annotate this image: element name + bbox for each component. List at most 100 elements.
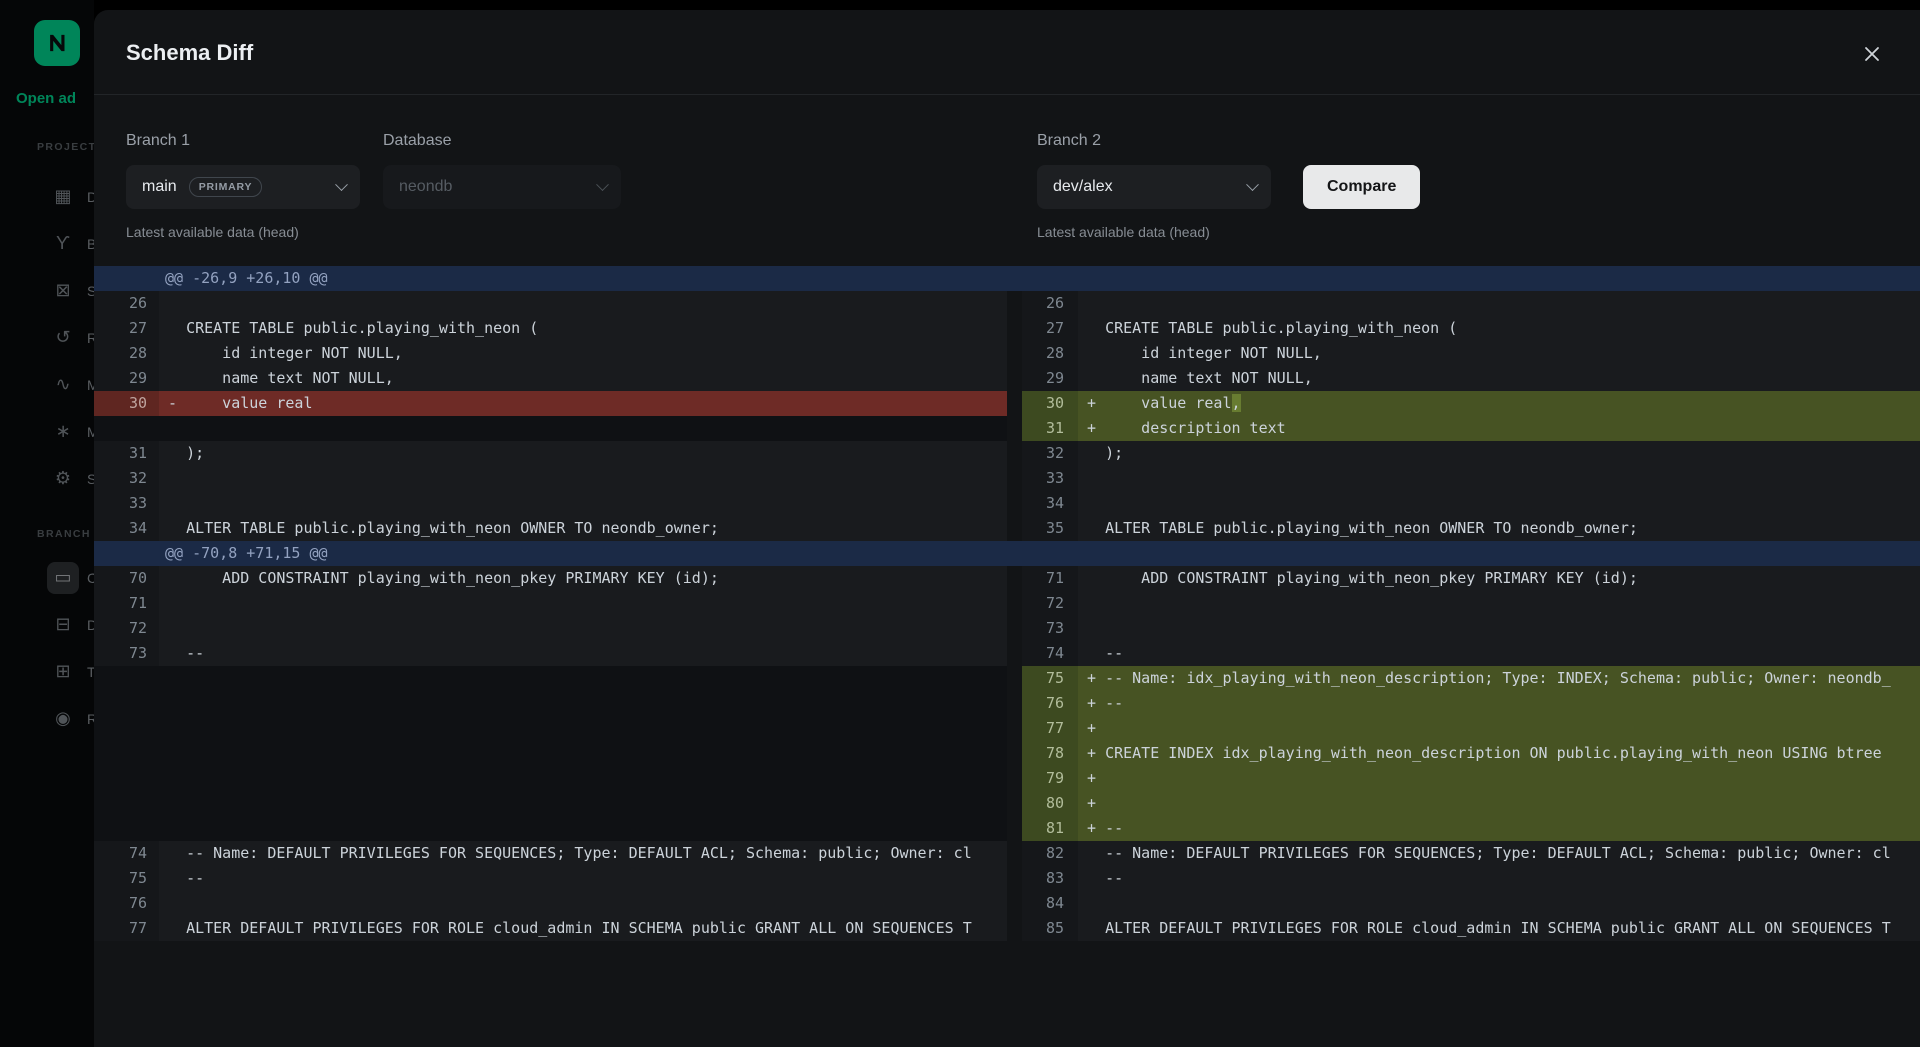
primary-badge: PRIMARY bbox=[189, 177, 263, 197]
line-number: 72 bbox=[1022, 591, 1078, 616]
line-number: 29 bbox=[1022, 366, 1078, 391]
branch2-label: Branch 2 bbox=[1037, 132, 1101, 150]
sidebar-item[interactable]: ϒB bbox=[0, 220, 94, 267]
code-line: CREATE TABLE public.playing_with_neon ( bbox=[159, 316, 1007, 341]
sidebar-item-label: B bbox=[87, 236, 94, 252]
diff-marker bbox=[1087, 344, 1105, 362]
diff-row: 77 ALTER DEFAULT PRIVILEGES FOR ROLE clo… bbox=[94, 916, 1920, 941]
diff-row: 80+ bbox=[94, 791, 1920, 816]
diff-marker bbox=[168, 294, 186, 312]
line-number bbox=[94, 791, 159, 816]
diff-row: 76+ -- bbox=[94, 691, 1920, 716]
code-line bbox=[159, 666, 1007, 691]
branch2-value: dev/alex bbox=[1053, 178, 1113, 196]
diff-marker bbox=[168, 569, 186, 587]
chevron-down-icon bbox=[1246, 178, 1259, 191]
line-number: 35 bbox=[1022, 516, 1078, 541]
diff-marker bbox=[1087, 369, 1105, 387]
monitoring-icon: ∿ bbox=[47, 369, 79, 401]
sidebar-item-label: M bbox=[87, 424, 94, 440]
line-number: 73 bbox=[1022, 616, 1078, 641]
code-line: id integer NOT NULL, bbox=[1078, 341, 1920, 366]
pane-divider bbox=[1007, 466, 1022, 491]
code-line: name text NOT NULL, bbox=[159, 366, 1007, 391]
sidebar-item[interactable]: ⊠S bbox=[0, 267, 94, 314]
code-line bbox=[159, 741, 1007, 766]
code-line: name text NOT NULL, bbox=[1078, 366, 1920, 391]
code-line: -- Name: DEFAULT PRIVILEGES FOR SEQUENCE… bbox=[1078, 841, 1920, 866]
pane-divider bbox=[1007, 791, 1022, 816]
code-line bbox=[1078, 891, 1920, 916]
diff-marker bbox=[168, 444, 186, 462]
code-line bbox=[159, 716, 1007, 741]
open-admin-link[interactable]: Open ad bbox=[16, 90, 76, 107]
sidebar-item[interactable]: ▭C bbox=[0, 554, 94, 601]
line-number: 78 bbox=[1022, 741, 1078, 766]
pane-divider bbox=[1007, 566, 1022, 591]
diff-marker: + bbox=[1087, 694, 1105, 712]
diff-marker bbox=[168, 344, 186, 362]
diff-marker bbox=[1087, 319, 1105, 337]
code-line: + bbox=[1078, 766, 1920, 791]
line-number: 33 bbox=[94, 491, 159, 516]
line-number: 81 bbox=[1022, 816, 1078, 841]
sidebar-item[interactable]: ◉R bbox=[0, 695, 94, 742]
pane-divider bbox=[1007, 341, 1022, 366]
line-number: 79 bbox=[1022, 766, 1078, 791]
sidebar-item[interactable]: ▦D bbox=[0, 173, 94, 220]
branch1-select[interactable]: main PRIMARY bbox=[126, 165, 360, 209]
diff-marker bbox=[1087, 919, 1105, 937]
code-line bbox=[159, 291, 1007, 316]
diff-marker: - bbox=[168, 394, 186, 412]
sidebar-item-label: T bbox=[87, 664, 94, 680]
hunk-header: @@ -26,9 +26,10 @@ bbox=[94, 266, 1920, 291]
computes-icon: ▭ bbox=[47, 562, 79, 594]
code-line: ); bbox=[1078, 441, 1920, 466]
pane-divider bbox=[1007, 716, 1022, 741]
code-line: -- bbox=[1078, 641, 1920, 666]
sidebar-item[interactable]: ⊟D bbox=[0, 601, 94, 648]
diff-row: 71 72 bbox=[94, 591, 1920, 616]
diff-row: 74 -- Name: DEFAULT PRIVILEGES FOR SEQUE… bbox=[94, 841, 1920, 866]
sidebar-item[interactable]: ⚙S bbox=[0, 455, 94, 502]
diff-marker bbox=[168, 469, 186, 487]
chevron-down-icon bbox=[596, 178, 609, 191]
sidebar-item[interactable]: ∿M bbox=[0, 361, 94, 408]
diff-marker: + bbox=[1087, 419, 1105, 437]
inline-diff-highlight: , bbox=[1232, 394, 1241, 412]
code-line: -- Name: DEFAULT PRIVILEGES FOR SEQUENCE… bbox=[159, 841, 1007, 866]
sidebar-item[interactable]: ⊞T bbox=[0, 648, 94, 695]
line-number: 32 bbox=[1022, 441, 1078, 466]
branch1-data-note: Latest available data (head) bbox=[126, 224, 299, 240]
sidebar-item[interactable]: ∗M bbox=[0, 408, 94, 455]
line-number: 80 bbox=[1022, 791, 1078, 816]
line-number: 84 bbox=[1022, 891, 1078, 916]
diff-row: 78+ CREATE INDEX idx_playing_with_neon_d… bbox=[94, 741, 1920, 766]
pane-divider bbox=[1007, 291, 1022, 316]
pane-divider bbox=[1007, 416, 1022, 441]
code-line: ); bbox=[159, 441, 1007, 466]
line-number bbox=[94, 716, 159, 741]
line-number: 31 bbox=[1022, 416, 1078, 441]
code-line bbox=[159, 416, 1007, 441]
line-number: 75 bbox=[94, 866, 159, 891]
diff-row: 27 CREATE TABLE public.playing_with_neon… bbox=[94, 316, 1920, 341]
code-line bbox=[159, 616, 1007, 641]
database-select[interactable]: neondb bbox=[383, 165, 621, 209]
line-number: 28 bbox=[1022, 341, 1078, 366]
sidebar-item[interactable]: ↺R bbox=[0, 314, 94, 361]
diff-marker bbox=[168, 619, 186, 637]
diff-marker bbox=[168, 594, 186, 612]
roles-icon: ◉ bbox=[47, 703, 79, 735]
neon-logo[interactable] bbox=[34, 20, 80, 66]
branch2-select[interactable]: dev/alex bbox=[1037, 165, 1271, 209]
diff-marker bbox=[1087, 519, 1105, 537]
pane-divider bbox=[1007, 591, 1022, 616]
code-line: ALTER TABLE public.playing_with_neon OWN… bbox=[1078, 516, 1920, 541]
line-number: 30 bbox=[94, 391, 159, 416]
line-number: 71 bbox=[1022, 566, 1078, 591]
pane-divider bbox=[1007, 491, 1022, 516]
close-button[interactable] bbox=[1852, 34, 1892, 74]
compare-button[interactable]: Compare bbox=[1303, 165, 1420, 209]
diff-row: 76 84 bbox=[94, 891, 1920, 916]
